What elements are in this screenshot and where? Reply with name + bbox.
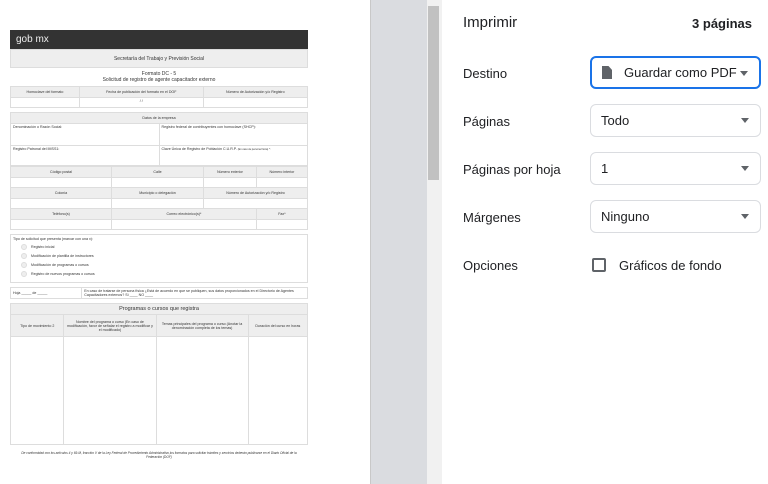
col-temas: Temas principales del programa o curso (… <box>155 314 249 337</box>
programs-table: Programas o cursos que registra Tipo de … <box>9 303 309 445</box>
document-page: gob mx Secretaría del Trabajo y Previsió… <box>9 30 309 459</box>
telefono: Teléfono(s) <box>10 208 112 220</box>
col-homoclave: Homoclave del formato <box>10 86 80 98</box>
company-table: Datos de la empresa Denominación o Razón… <box>10 112 308 166</box>
form-subtitle: Solicitud de registro de agente capacita… <box>102 77 216 83</box>
chevron-down-icon <box>741 214 749 219</box>
col-tipo: Tipo de movimiento 2 <box>9 314 65 337</box>
radio-mod-programas: Modificación de programas o cursos <box>21 262 305 268</box>
panel-title: Imprimir <box>463 14 518 31</box>
page-count: 3 páginas <box>692 16 752 31</box>
print-settings-panel: Imprimir 3 páginas Destino Guardar como … <box>442 0 768 484</box>
company-section-title: Datos de la empresa <box>10 112 308 124</box>
chevron-down-icon <box>740 71 748 76</box>
agency-name: Secretaría del Trabajo y Previsión Socia… <box>10 49 308 68</box>
margins-label: Márgenes <box>463 210 521 225</box>
autorizacion: Número de Autorización y/o Registro <box>203 187 308 199</box>
background-graphics-checkbox[interactable] <box>592 258 606 272</box>
correo: Correo electrónico(s)* <box>110 208 257 220</box>
razon-social: Denominación o Razón Social: <box>10 123 160 146</box>
num-int: Número interior <box>255 166 309 178</box>
consent-table: Hoja _____ de _____ En caso de tratarse d… <box>9 287 308 299</box>
request-type-box: Tipo de solicitud que presenta (marcar c… <box>10 234 308 283</box>
print-preview: gob mx Secretaría del Trabajo y Previsió… <box>0 0 370 484</box>
fax: Fax* <box>255 208 309 220</box>
calle: Calle <box>110 166 205 178</box>
programs-title: Programas o cursos que registra <box>10 303 308 315</box>
radio-registro-inicial: Registro inicial <box>21 244 305 250</box>
chevron-down-icon <box>741 118 749 123</box>
col-fecha: Fecha de publicación del formato en el D… <box>78 86 204 98</box>
pages-select[interactable]: Todo <box>590 104 761 137</box>
colonia: Colonia <box>10 187 112 199</box>
address-table: Código postal Calle Número exterior Número … <box>10 166 309 230</box>
per-sheet-label: Páginas por hoja <box>463 162 561 177</box>
margins-select[interactable]: Ninguno <box>590 200 761 233</box>
rfc: Registro federal de contribuyentes con h… <box>158 123 308 146</box>
curp-note: (En caso de persona física) *: <box>237 148 271 151</box>
consent-text: En caso de tratarse de persona física ¿E… <box>81 287 308 299</box>
destination-label: Destino <box>463 66 508 81</box>
file-icon <box>602 66 612 79</box>
radio-nuevos-programas: Registro de nuevos programas o cursos <box>21 271 305 277</box>
pages-label: Páginas <box>463 114 510 129</box>
col-duracion: Duración del curso en horas <box>247 314 309 337</box>
options-label: Opciones <box>463 258 518 273</box>
footer-note: De conformidad con los artículos 4 y 69-… <box>21 451 297 459</box>
request-type-label: Tipo de solicitud que presenta (marcar c… <box>13 237 93 241</box>
chevron-down-icon <box>741 166 749 171</box>
scrollbar-thumb[interactable] <box>428 6 439 180</box>
preview-background <box>370 0 427 484</box>
hoja: Hoja _____ de _____ <box>9 287 83 299</box>
num-ext: Número exterior <box>203 166 257 178</box>
cp: Código postal <box>10 166 112 178</box>
destination-select[interactable]: Guardar como PDF <box>590 56 761 89</box>
date-value: / / <box>78 97 204 108</box>
imss: Registro Patronal del IMSS1: <box>10 145 160 166</box>
curp: Clave Única de Registro de Población C.U… <box>161 147 237 151</box>
per-sheet-select[interactable]: 1 <box>590 152 761 185</box>
background-graphics-label[interactable]: Gráficos de fondo <box>619 258 722 273</box>
col-nombre: Nombre del programa o curso (En caso de … <box>63 314 157 337</box>
header-table: Homoclave del formato Fecha de publicaci… <box>10 86 309 108</box>
municipio: Municipio o delegación <box>110 187 205 199</box>
gobmx-logo: gob mx <box>10 30 308 49</box>
radio-mod-instructores: Modificación de plantilla de instructore… <box>21 253 305 259</box>
col-autorizacion: Número de Autorización y/o Registro <box>202 86 309 98</box>
